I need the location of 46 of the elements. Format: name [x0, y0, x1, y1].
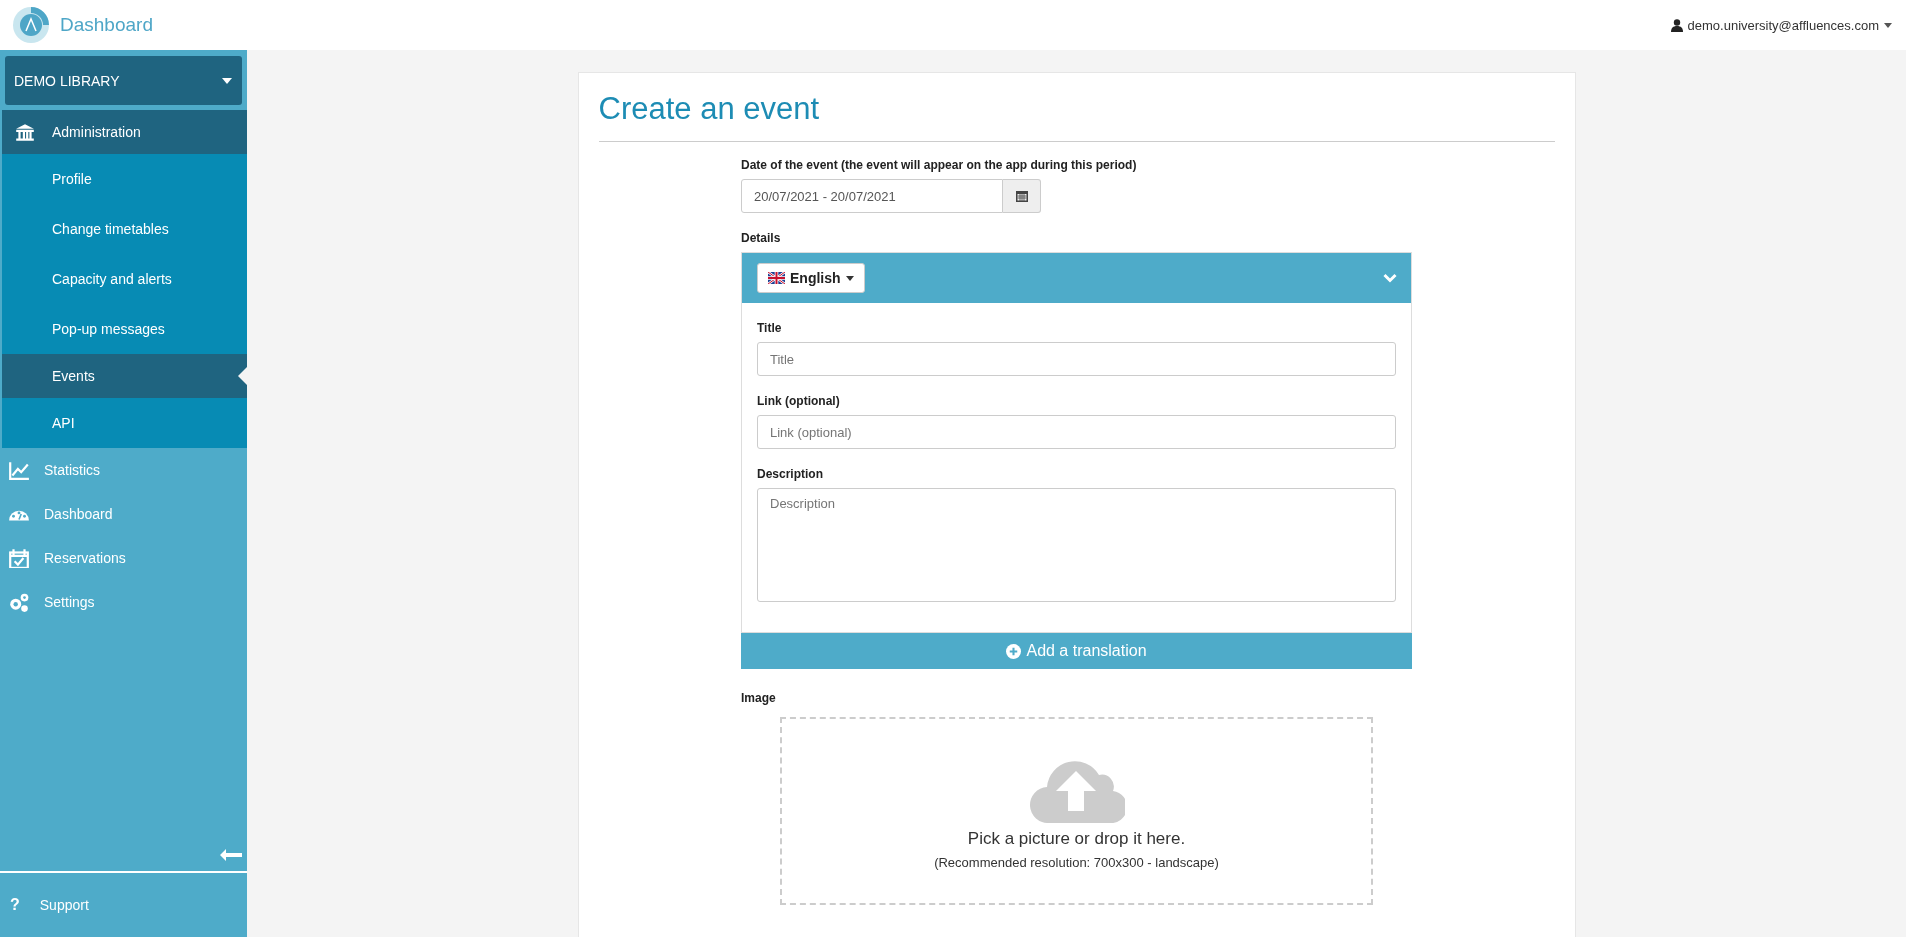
app-title[interactable]: Dashboard [60, 14, 153, 36]
gears-icon [8, 592, 30, 612]
drop-instructions: Pick a picture or drop it here. [967, 828, 1186, 849]
field-label: Title [757, 321, 783, 335]
field-label: Description [757, 467, 824, 481]
sidebar-subitem[interactable]: Pop-up messages [2, 304, 247, 354]
field-label: Date of the event (the event will appear on the app during this period) [741, 158, 1138, 172]
resolution-hint: (Recommended resolution: 700x300 - landscape) [934, 854, 1219, 870]
sidebar-subitem[interactable]: API [2, 398, 247, 448]
logo-icon [12, 6, 50, 44]
sidebar-subitem[interactable]: Profile [2, 154, 247, 204]
bank-icon [14, 122, 36, 142]
page-title: Create an event [598, 91, 1555, 142]
sidebar-item[interactable]: Administration [2, 110, 247, 154]
calendar-check-icon [8, 548, 30, 568]
sidebar-item[interactable]: Statistics [0, 448, 247, 492]
library-dropdown[interactable]: DEMO LIBRARY [5, 56, 242, 105]
caret-icon [1884, 22, 1892, 28]
calendar-button[interactable] [1003, 179, 1041, 213]
calendar-icon [1015, 190, 1028, 202]
user-icon [1670, 18, 1683, 32]
text-field[interactable]: Link (optional) [757, 415, 1396, 449]
language-dropdown[interactable]: English [757, 263, 865, 293]
field-label: Link (optional) [757, 394, 841, 408]
text-field[interactable]: Title [757, 342, 1396, 376]
image-drop-zone[interactable]: Pick a picture or drop it here. (Recommended resolution: 700x300 - landscape) [780, 717, 1373, 905]
field-label: Details [741, 231, 782, 245]
user-menu[interactable]: demo.university@affluences.com [1670, 17, 1892, 33]
sidebar-item[interactable]: Reservations [0, 536, 247, 580]
caret-icon [222, 77, 232, 84]
add-translation-button[interactable]: Add a translation [741, 633, 1412, 669]
support-link[interactable]: ? Support [0, 873, 247, 937]
date-range-field[interactable]: 20/07/2021 - 20/07/2021 [741, 179, 1003, 213]
sidebar-subitem[interactable]: Change timetables [2, 204, 247, 254]
caret-icon [845, 275, 854, 281]
arrow-left-icon[interactable] [220, 849, 242, 861]
sidebar-subitem[interactable]: Events [2, 354, 247, 398]
field-label: Image [741, 691, 777, 705]
sidebar-item[interactable]: Dashboard [0, 492, 247, 536]
sidebar-subitem[interactable]: Capacity and alerts [2, 254, 247, 304]
flag-icon [768, 272, 785, 284]
description-field[interactable]: Description [757, 488, 1396, 602]
chevron-down-icon[interactable] [1383, 273, 1397, 283]
line-chart-icon [8, 460, 30, 480]
sidebar-item[interactable]: Settings [0, 580, 247, 624]
plus-circle-icon [1006, 643, 1022, 659]
